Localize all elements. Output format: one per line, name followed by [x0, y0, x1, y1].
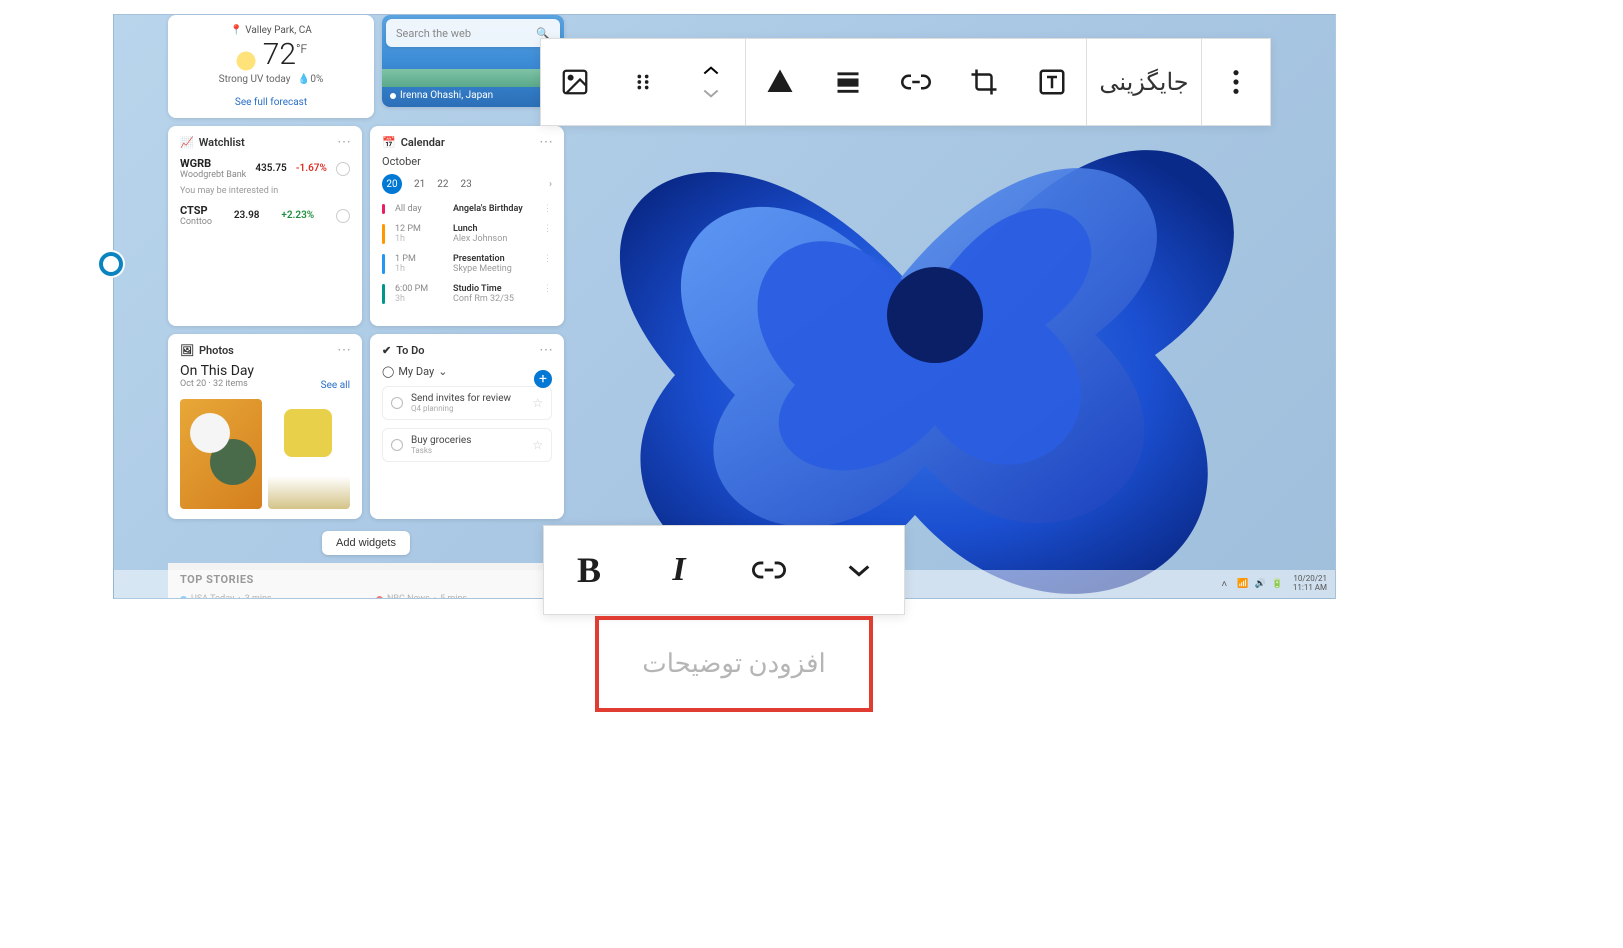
image-block-icon-button[interactable] — [541, 39, 609, 125]
battery-icon[interactable]: 🔋 — [1272, 579, 1283, 589]
more-formatting-button[interactable] — [824, 526, 894, 614]
drag-handle[interactable] — [609, 39, 677, 125]
taskbar-clock[interactable]: 10/20/21 11:11 AM — [1293, 575, 1327, 593]
photo-thumbnail[interactable] — [268, 399, 350, 509]
text-overlay-button[interactable] — [1018, 39, 1086, 125]
todo-widget: ✔ To Do ⋯ ◯ My Day ⌄ + Send invites for … — [370, 334, 564, 519]
volume-icon[interactable]: 🔊 — [1254, 579, 1265, 589]
photos-widget: 🖼 Photos ⋯ On This Day Oct 20 · 32 items… — [168, 334, 362, 519]
link-button[interactable] — [882, 39, 950, 125]
forecast-link[interactable]: See full forecast — [180, 97, 362, 108]
search-placeholder[interactable]: Search the web — [396, 27, 471, 40]
image-block-toolbar: جایگزینی — [540, 38, 1271, 126]
windows-widgets-panel: 📍 Valley Park, CA 72°F Strong UV today 💧… — [168, 15, 564, 599]
bold-button[interactable]: B — [554, 526, 624, 614]
chevron-down-icon[interactable]: ⌄ — [438, 365, 447, 378]
todo-item[interactable]: Buy groceriesTasks ☆ — [382, 428, 552, 462]
calendar-widget: 📅 Calendar ⋯ October 20 21 22 23 › All d… — [370, 126, 564, 326]
more-options-button[interactable] — [1202, 39, 1270, 125]
more-icon[interactable]: ⋯ — [337, 342, 352, 358]
caption-placeholder: افزودن توضیحات — [642, 649, 825, 679]
wifi-icon[interactable]: 📶 — [1237, 579, 1248, 589]
italic-button[interactable]: I — [644, 526, 714, 614]
watchlist-widget: 📈 Watchlist ⋯ WGRBWoodgrebt Bank 435.75 … — [168, 126, 362, 326]
more-icon[interactable]: ⋯ — [337, 134, 352, 150]
add-widgets-button[interactable]: Add widgets — [322, 531, 410, 555]
align-button[interactable] — [814, 39, 882, 125]
weather-widget: 📍 Valley Park, CA 72°F Strong UV today 💧… — [168, 15, 374, 118]
see-all-link[interactable]: See all — [321, 380, 350, 391]
replace-button[interactable]: جایگزینی — [1087, 68, 1201, 96]
photo-thumbnail[interactable] — [180, 399, 262, 509]
style-variation-button[interactable] — [746, 39, 814, 125]
link-button[interactable] — [734, 526, 804, 614]
more-icon[interactable]: ⋯ — [539, 134, 554, 150]
calendar-selected-day[interactable]: 20 — [382, 174, 402, 194]
caption-input-highlight[interactable]: افزودن توضیحات — [595, 616, 873, 712]
caption-toolbar: B I — [543, 525, 905, 615]
chevron-up-icon[interactable]: ˄ — [1221, 579, 1227, 590]
travel-widget: Search the web 🔍 Irenna Ohashi, Japan — [382, 15, 564, 107]
todo-item[interactable]: Send invites for reviewQ4 planning ☆ — [382, 386, 552, 420]
resize-handle-left[interactable] — [99, 252, 123, 276]
more-icon[interactable]: ⋯ — [539, 342, 554, 358]
move-up-down[interactable] — [677, 65, 745, 99]
add-task-button[interactable]: + — [534, 370, 552, 388]
crop-button[interactable] — [950, 39, 1018, 125]
